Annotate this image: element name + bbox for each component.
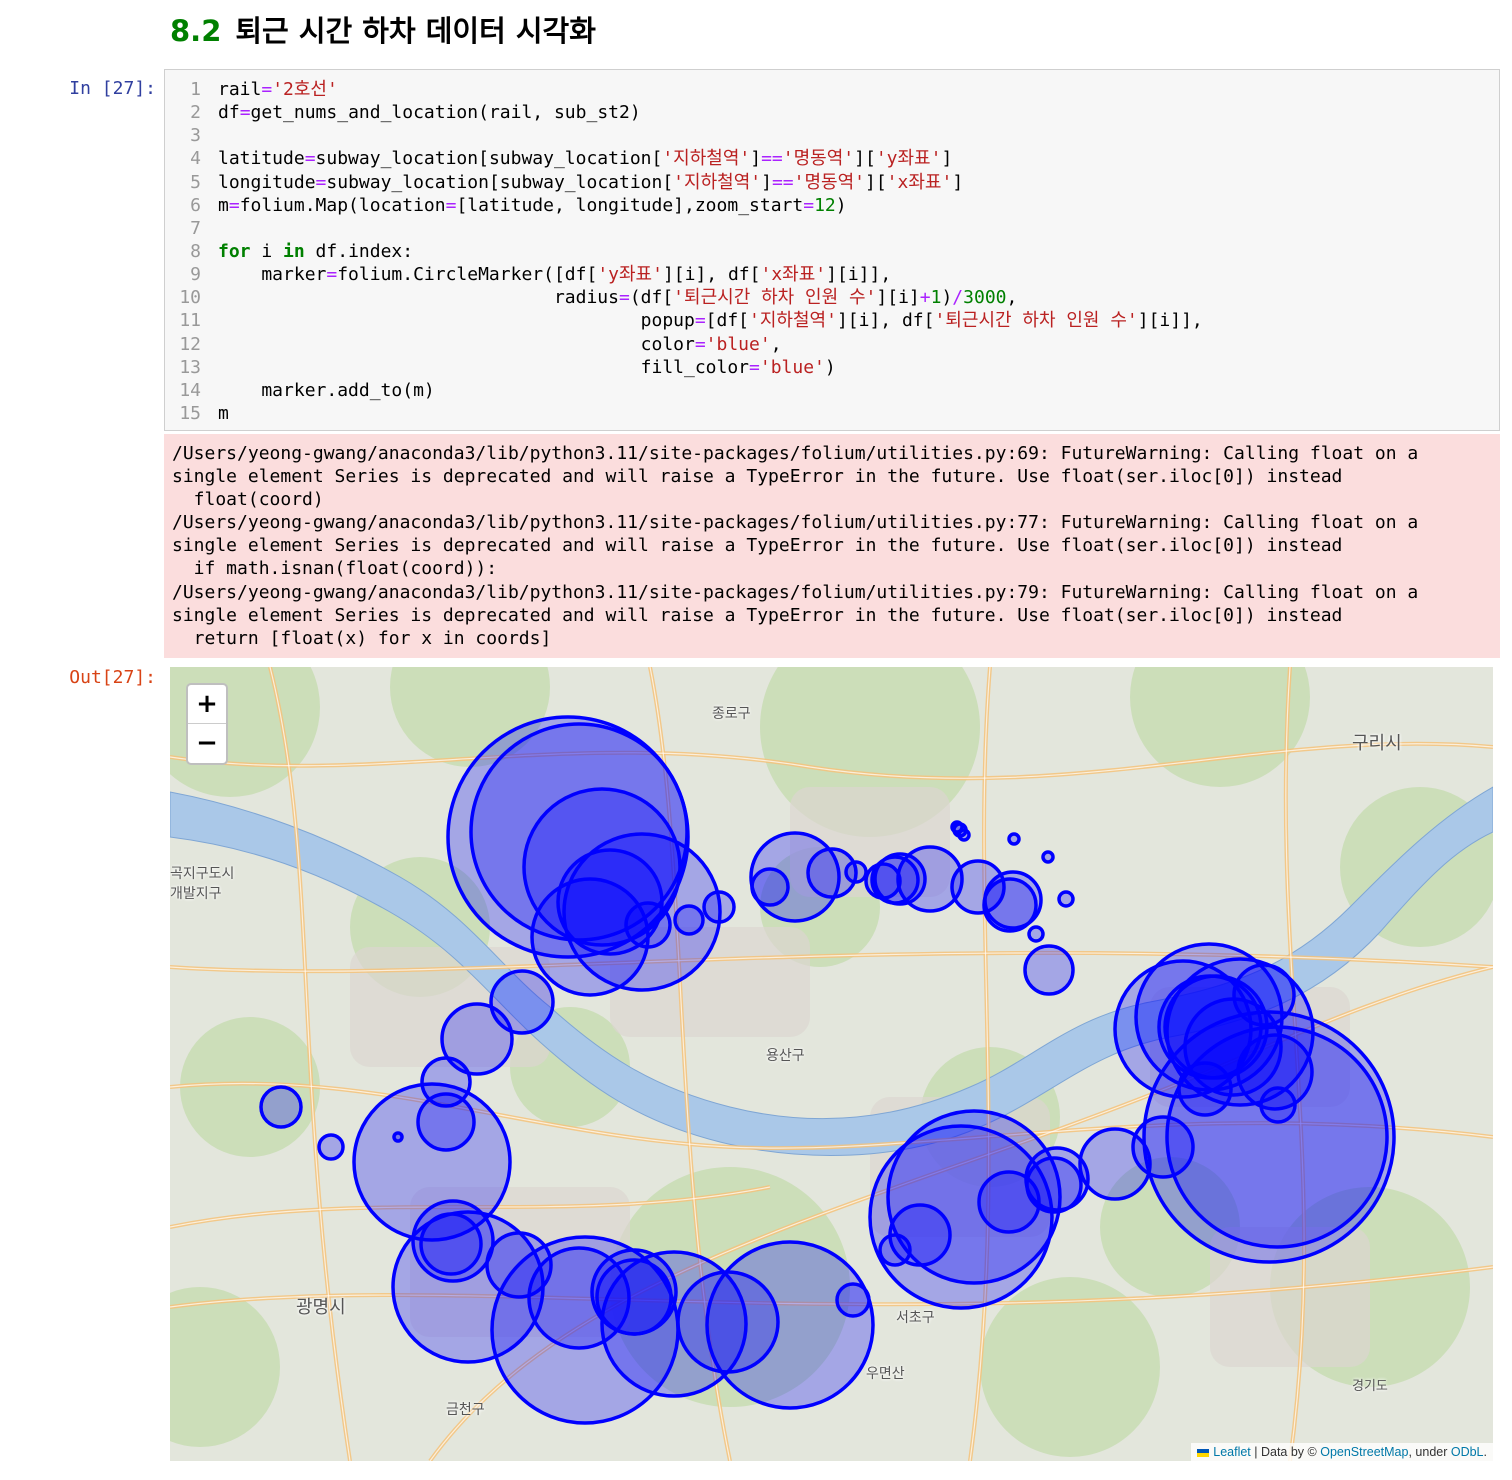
station-circle-marker <box>983 870 1043 930</box>
station-circle-marker <box>878 1233 912 1267</box>
station-circle-marker <box>1057 890 1075 908</box>
line-number: 12 <box>179 333 201 355</box>
attribution-text-1: | Data by © <box>1250 1445 1321 1459</box>
code-line: 4 latitude=subway_location[subway_locatio… <box>165 147 1203 170</box>
code-line: 12 color='blue', <box>165 333 1203 356</box>
line-number: 13 <box>179 356 201 378</box>
station-circle-marker <box>957 828 971 842</box>
station-circle-marker <box>1232 963 1296 1027</box>
code-text: rail='2호선' <box>218 79 338 100</box>
folium-map[interactable]: 구리시 광명시 용산구 서초구 우면산 금천구 종로구 곡지구도시 개발지구 경… <box>170 667 1493 1461</box>
station-circle-marker <box>595 1258 673 1336</box>
station-circle-marker <box>392 1131 404 1143</box>
map-attribution: Leaflet | Data by © OpenStreetMap, under… <box>1191 1443 1493 1461</box>
code-text: popup=[df['지하철역'][i], df['퇴근시간 하차 인원 수']… <box>218 310 1203 332</box>
map-label-district-2: 개발지구 <box>170 886 222 902</box>
station-circle-marker <box>1007 832 1021 846</box>
map-tiles[interactable] <box>170 667 1493 1461</box>
map-label-yongsan: 용산구 <box>766 1048 805 1064</box>
map-label-district-1: 곡지구도시 <box>170 866 235 882</box>
attribution-text-2: , under <box>1408 1445 1451 1459</box>
section-title: 퇴근 시간 하차 데이터 시각화 <box>235 14 596 48</box>
station-circle-marker <box>1041 850 1055 864</box>
line-number: 8 <box>190 240 201 262</box>
station-circle-marker <box>844 860 868 884</box>
zoom-in-button[interactable]: + <box>188 685 226 724</box>
code-text: m=folium.Map(location=[latitude, longitu… <box>218 194 847 216</box>
line-number: 9 <box>190 264 201 286</box>
map-label-geumcheon: 금천구 <box>446 1402 485 1418</box>
code-line: 15 m <box>165 402 1203 425</box>
zoom-control: + − <box>186 683 228 765</box>
code-line: 5 longitude=subway_location[subway_locati… <box>165 171 1203 194</box>
code-text: m <box>218 402 229 424</box>
leaflet-link[interactable]: Leaflet <box>1213 1445 1251 1459</box>
section-number: 8.2 <box>170 14 222 48</box>
map-label-umyeonsan: 우면산 <box>866 1366 905 1382</box>
map-label-jongno: 종로구 <box>712 706 751 722</box>
code-line: 9 marker=folium.CircleMarker([df['y좌표'][… <box>165 263 1203 286</box>
code-text: color='blue', <box>218 333 782 355</box>
station-circle-marker <box>317 1133 345 1161</box>
code-line: 3 <box>165 124 1203 147</box>
output-prompt: Out[27]: <box>69 667 156 688</box>
line-number: 2 <box>190 102 201 124</box>
code-line: 13 fill_color='blue') <box>165 356 1203 379</box>
code-text: radius=(df['퇴근시간 하차 인원 수'][i]+1)/3000, <box>218 287 1018 309</box>
code-text: for i in df.index: <box>218 240 414 262</box>
ukraine-flag-icon <box>1197 1448 1210 1457</box>
code-line: 6 m=folium.Map(location=[latitude, longit… <box>165 194 1203 217</box>
code-text: fill_color='blue') <box>218 356 836 378</box>
code-text: marker.add_to(m) <box>218 379 435 401</box>
stderr-output: /Users/yeong-gwang/anaconda3/lib/python3… <box>164 434 1500 658</box>
code-text: marker=folium.CircleMarker([df['y좌표'][i]… <box>218 264 892 286</box>
map-label-gwangmyeong: 광명시 <box>296 1297 346 1318</box>
station-circle-marker <box>673 904 705 936</box>
zoom-out-button[interactable]: − <box>188 724 226 762</box>
station-circle-marker <box>259 1085 303 1129</box>
line-number: 4 <box>190 148 201 170</box>
station-circle-marker <box>1025 1156 1083 1214</box>
osm-link[interactable]: OpenStreetMap <box>1320 1445 1408 1459</box>
station-circle-marker <box>1023 944 1075 996</box>
map-label-gyeonggi: 경기도 <box>1352 1379 1388 1394</box>
code-line: 7 <box>165 217 1203 240</box>
line-number: 3 <box>190 125 201 147</box>
code-text: longitude=subway_location[subway_locatio… <box>218 171 964 193</box>
line-number: 1 <box>190 79 201 100</box>
code-line: 11 popup=[df['지하철역'][i], df['퇴근시간 하차 인원 … <box>165 309 1203 332</box>
line-number: 11 <box>179 310 201 332</box>
station-circle-marker <box>1259 1086 1297 1124</box>
odbl-link[interactable]: ODbL <box>1451 1445 1484 1459</box>
code-line: 2 df=get_nums_and_location(rail, sub_st2) <box>165 101 1203 124</box>
code-text: df=get_nums_and_location(rail, sub_st2) <box>218 102 641 124</box>
station-circle-marker <box>702 890 736 924</box>
map-label-seocho: 서초구 <box>896 1310 935 1326</box>
code-line: 14 marker.add_to(m) <box>165 379 1203 402</box>
map-label-guri: 구리시 <box>1352 733 1402 754</box>
code-editor[interactable]: 1 rail='2호선' 2 df=get_nums_and_location(rai… <box>165 78 1203 425</box>
line-number: 10 <box>179 287 201 309</box>
line-number: 7 <box>190 217 201 239</box>
line-number: 14 <box>179 379 201 401</box>
attribution-text-3: . <box>1483 1445 1487 1459</box>
station-circle-marker <box>416 1092 476 1152</box>
line-number: 6 <box>190 194 201 216</box>
station-circle-marker <box>835 1282 871 1318</box>
station-circle-marker <box>705 1240 875 1410</box>
section-heading: 8.2 퇴근 시간 하차 데이터 시각화 <box>170 8 596 50</box>
station-circle-marker <box>870 855 920 905</box>
code-line: 8 for i in df.index: <box>165 240 1203 263</box>
line-number: 5 <box>190 171 201 193</box>
input-prompt: In [27]: <box>69 78 156 99</box>
line-number: 15 <box>179 402 201 424</box>
code-text: latitude=subway_location[subway_location… <box>218 148 953 170</box>
code-cell[interactable]: 1 rail='2호선' 2 df=get_nums_and_location(rai… <box>164 69 1500 431</box>
code-line: 10 radius=(df['퇴근시간 하차 인원 수'][i]+1)/3000… <box>165 286 1203 309</box>
station-circle-marker <box>411 1199 495 1283</box>
station-circle-marker <box>624 901 672 949</box>
code-line: 1 rail='2호선' <box>165 78 1203 101</box>
station-circle-marker <box>1027 925 1045 943</box>
station-circle-marker <box>750 867 790 907</box>
